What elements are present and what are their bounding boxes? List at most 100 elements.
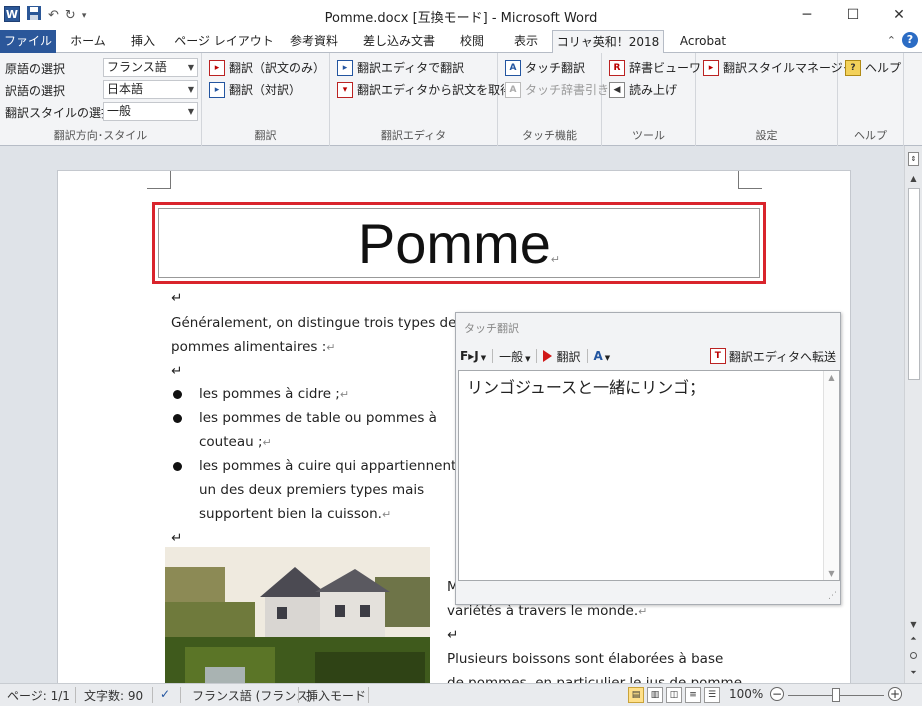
zoom-level[interactable]: 100% xyxy=(729,687,763,701)
scrollbar-thumb[interactable] xyxy=(908,188,920,380)
result-scrollbar[interactable]: ▲ ▼ xyxy=(823,371,839,580)
word-count[interactable]: 文字数: 90 xyxy=(84,687,143,704)
style-manager-icon: ▸ xyxy=(703,59,719,76)
collapse-ribbon-icon[interactable]: ⌃ xyxy=(887,34,896,47)
ruler-toggle-icon[interactable]: ⇕ xyxy=(908,152,919,166)
next-page-icon[interactable]: ⏷ xyxy=(905,668,922,678)
group-settings: ▸ 翻訳スタイルマネージャ 設定 xyxy=(696,53,854,146)
paragraph-mark-icon: ↵ xyxy=(171,363,183,379)
target-language-select[interactable]: 日本語 ▼ xyxy=(103,80,198,99)
touch-result-area[interactable]: リンゴジュースと一緒にリンゴ； ▲ ▼ xyxy=(458,370,840,581)
tab-references[interactable]: 参考資料 xyxy=(282,30,346,53)
tab-view[interactable]: 表示 xyxy=(504,30,548,53)
group-editor: ▸ 翻訳エディタで翻訳 ▾ 翻訳エディタから訳文を取得 翻訳エディタ xyxy=(330,53,512,146)
group-label-touch: タッチ機能 xyxy=(522,129,577,142)
full-screen-reading-icon[interactable]: ▥ xyxy=(647,687,663,703)
touch-panel-toolbar: F▸J ▼ 一般 ▼ 翻訳 A ▼ T 翻訳エディタへ転送 xyxy=(460,346,836,366)
document-title[interactable]: Pomme↵ xyxy=(159,211,759,276)
dictionary-viewer-button[interactable]: R 辞書ビューワ xyxy=(609,59,701,76)
chevron-down-icon: ▼ xyxy=(187,107,194,116)
print-layout-view-icon[interactable]: ▤ xyxy=(628,687,644,703)
maximize-icon[interactable]: ☐ xyxy=(830,0,876,30)
touch-translate-button[interactable]: A タッチ翻訳 xyxy=(505,59,585,76)
panel-translate-button[interactable]: 翻訳 xyxy=(543,348,581,365)
paragraph-mark-icon: ↵ xyxy=(171,290,183,306)
group-direction-style: 原語の選択 フランス語 ▼ 訳語の選択 日本語 ▼ 翻訳スタイルの選択 一般 ▼… xyxy=(0,53,202,146)
read-aloud-button[interactable]: ◀ 読み上げ xyxy=(609,81,677,98)
web-layout-icon[interactable]: ◫ xyxy=(666,687,682,703)
group-translate: ▸ 翻訳（訳文のみ） ▸ 翻訳（対訳） 翻訳 xyxy=(202,53,330,146)
tab-file[interactable]: ファイル xyxy=(0,30,56,53)
bullet-icon xyxy=(173,462,182,471)
resize-grip-icon[interactable]: ⋰ xyxy=(828,591,837,601)
tab-review[interactable]: 校閲 xyxy=(450,30,494,53)
list-item: supportent bien la cuisson.↵ xyxy=(199,502,391,527)
direction-select[interactable]: F▸J ▼ xyxy=(460,349,486,363)
chevron-down-icon: ▼ xyxy=(525,354,531,363)
scroll-up-icon[interactable]: ▲ xyxy=(824,373,839,382)
status-bar: ページ: 1/1 文字数: 90 ✓ フランス語 (フランス) 挿入モード ▤ … xyxy=(0,683,922,706)
dictionary-option-button[interactable]: A ▼ xyxy=(594,349,611,363)
title-frame: Pomme↵ xyxy=(152,202,766,284)
list-item: les pommes à cuire qui appartiennent à xyxy=(199,458,469,474)
zoom-in-icon[interactable]: + xyxy=(888,687,902,701)
close-icon[interactable]: ✕ xyxy=(876,0,922,30)
paragraph-mark-icon: ↵ xyxy=(381,508,392,521)
list-item: les pommes à cidre ;↵ xyxy=(199,382,349,407)
previous-page-icon[interactable]: ⏶ xyxy=(905,634,922,644)
editor-translate-button[interactable]: ▸ 翻訳エディタで翻訳 xyxy=(337,59,464,76)
outline-view-icon[interactable]: ≡ xyxy=(685,687,701,703)
scroll-down-icon[interactable]: ▼ xyxy=(905,620,922,629)
title-bar: W ↶ ↻ ▾ Pomme.docx [互換モード] - Microsoft W… xyxy=(0,0,922,30)
style-manager-label: 翻訳スタイルマネージャ xyxy=(723,61,855,75)
tab-home[interactable]: ホーム xyxy=(62,30,114,53)
help-button[interactable]: ? ヘルプ xyxy=(845,59,901,76)
tab-insert[interactable]: 挿入 xyxy=(120,30,166,53)
draft-view-icon[interactable]: ☰ xyxy=(704,687,720,703)
chevron-down-icon: ▼ xyxy=(480,354,487,362)
transfer-icon: T xyxy=(709,348,726,364)
editor-get-button[interactable]: ▾ 翻訳エディタから訳文を取得 xyxy=(337,81,512,98)
scroll-down-icon[interactable]: ▼ xyxy=(824,569,839,578)
vertical-scrollbar[interactable]: ⇕ ▲ ▼ ⏶ ⏷ xyxy=(904,146,922,683)
source-language-select[interactable]: フランス語 ▼ xyxy=(103,58,198,77)
target-language-value: 日本語 xyxy=(107,82,144,96)
scroll-up-icon[interactable]: ▲ xyxy=(905,174,922,183)
zoom-slider-knob[interactable] xyxy=(832,688,840,702)
toolbar-divider xyxy=(586,349,588,363)
tab-korya-eiwa[interactable]: コリャ英和！2018 xyxy=(552,30,664,54)
browse-object-icon[interactable] xyxy=(910,652,917,659)
tab-page-layout[interactable]: ページ レイアウト xyxy=(172,30,276,53)
group-label-direction: 翻訳方向･スタイル xyxy=(53,129,148,142)
style-dropdown[interactable]: 一般 ▼ xyxy=(499,348,530,365)
ribbon-tabs: ファイル ホーム 挿入 ページ レイアウト 参考資料 差し込み文書 校閲 表示 … xyxy=(0,30,922,54)
insert-mode-status[interactable]: 挿入モード xyxy=(306,687,366,704)
minimize-icon[interactable]: ─ xyxy=(784,0,830,30)
style-select[interactable]: 一般 ▼ xyxy=(103,102,198,121)
status-divider xyxy=(180,687,181,703)
style-value: 一般 xyxy=(107,104,132,118)
toolbar-divider xyxy=(492,349,494,363)
touch-translate-panel[interactable]: タッチ翻訳 F▸J ▼ 一般 ▼ 翻訳 A ▼ T 翻訳エディタへ転送 リンゴジュース… xyxy=(455,312,841,605)
translate-parallel-icon: ▸ xyxy=(209,81,225,98)
tab-acrobat[interactable]: Acrobat xyxy=(672,30,734,53)
language-status[interactable]: フランス語 (フランス) xyxy=(192,687,313,704)
style-manager-button[interactable]: ▸ 翻訳スタイルマネージャ xyxy=(703,59,854,76)
paragraph-line: Plusieurs boissons sont élaborées à base xyxy=(447,651,724,667)
touch-dictionary-button[interactable]: A タッチ辞書引き xyxy=(505,81,609,98)
house-photo[interactable] xyxy=(165,547,430,683)
help-icon[interactable]: ? xyxy=(902,32,918,48)
source-language-label: 原語の選択 xyxy=(5,62,66,76)
translate-only-button[interactable]: ▸ 翻訳（訳文のみ） xyxy=(209,59,325,76)
page-count[interactable]: ページ: 1/1 xyxy=(7,687,70,704)
list-item-text: supportent bien la cuisson. xyxy=(199,506,382,522)
translate-parallel-button[interactable]: ▸ 翻訳（対訳） xyxy=(209,81,301,98)
proofing-icon[interactable]: ✓ xyxy=(160,687,170,701)
group-label-settings: 設定 xyxy=(755,129,778,142)
translation-result: リンゴジュースと一緒にリンゴ； xyxy=(467,378,706,397)
translate-only-icon: ▸ xyxy=(209,59,225,76)
zoom-out-icon[interactable]: − xyxy=(770,687,784,701)
tab-mailings[interactable]: 差し込み文書 xyxy=(356,30,442,53)
transfer-to-editor-button[interactable]: T 翻訳エディタへ転送 xyxy=(709,348,836,365)
ribbon: 原語の選択 フランス語 ▼ 訳語の選択 日本語 ▼ 翻訳スタイルの選択 一般 ▼… xyxy=(0,53,922,146)
